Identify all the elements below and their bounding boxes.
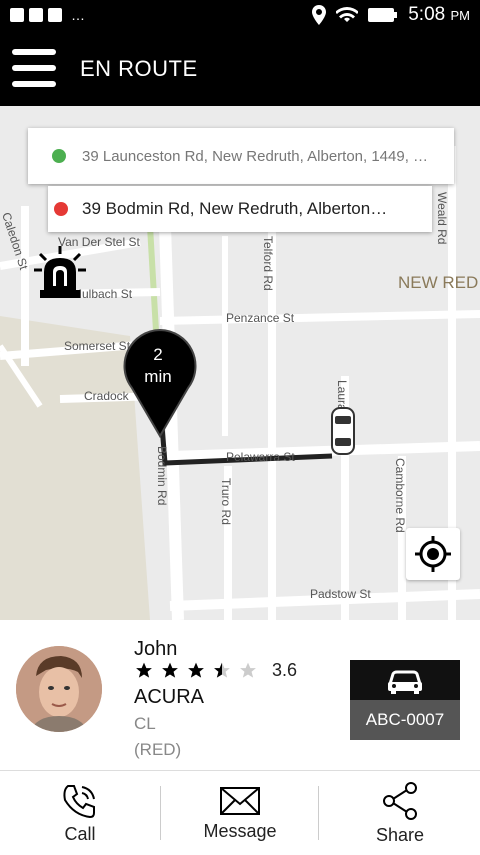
clock-ampm: PM [450,8,471,23]
call-label: Call [64,823,96,844]
street-label: Pelawarra St [226,450,295,464]
divider [318,786,319,840]
notification-icons: … [10,8,85,22]
license-plate-badge: ABC-0007 [350,660,460,740]
area-label: NEW RED [398,273,478,292]
system-icons: 5:08 PM [312,4,470,26]
message-button[interactable]: Message [160,771,320,855]
image-icon [48,8,62,22]
car-icon [387,670,423,694]
phone-icon [63,784,95,818]
street-label: Weald Rd [435,192,449,244]
battery-icon [368,8,398,22]
car-make: ACURA [134,686,205,708]
pickup-address-bar[interactable]: 39 Launceston Rd, New Redruth, Alberton,… [28,128,454,184]
car-color: (RED) [134,740,182,759]
street-label: Telford Rd [261,236,275,291]
crosshair-icon [415,536,451,572]
avatar [16,646,102,732]
car-model: CL [134,714,156,733]
star-icon [188,662,204,678]
eta-unit: min [144,367,172,386]
my-location-button[interactable] [406,528,460,580]
location-icon [312,5,327,25]
menu-icon[interactable] [12,49,56,87]
license-plate: ABC-0007 [350,700,460,740]
share-button[interactable]: Share [320,771,480,855]
share-label: Share [375,824,425,845]
facebook-icon [10,8,24,22]
call-button[interactable]: Call [0,771,160,855]
street-label: Padstow St [310,587,371,601]
envelope-icon [220,786,260,815]
clock-time: 5:08 [408,4,446,25]
clock: 5:08 PM [408,4,470,26]
pickup-address: 39 Launceston Rd, New Redruth, Alberton,… [82,147,429,165]
star-icon [136,662,152,678]
wifi-icon [336,7,359,22]
eta-pin-marker: 2 min [122,328,198,438]
driver-rating: 3.6 [134,660,297,681]
star-half-icon [214,662,230,678]
message-label: Message [203,820,277,841]
street-label: Somerset St [64,339,131,353]
street-label: Truro Rd [219,478,233,525]
driver-name: John [134,638,178,660]
street-label: Bodmin Rd [155,446,169,505]
rating-value: 3.6 [272,660,298,680]
share-icon [383,781,417,820]
street-label: Penzance St [226,311,295,325]
dropoff-address: 39 Bodmin Rd, New Redruth, Alberton… [82,199,388,218]
dropoff-dot-icon [54,202,68,216]
page-title: EN ROUTE [80,56,198,81]
facebook-icon [29,8,43,22]
dropoff-address-bar[interactable]: 39 Bodmin Rd, New Redruth, Alberton… [48,186,432,232]
star-empty-icon [240,662,256,678]
map-view[interactable]: Van Der Stel St Caledon St Mulbach St So… [0,106,480,620]
street-label: Camborne Rd [393,458,407,533]
pickup-dot-icon [52,149,66,163]
eta-value: 2 [153,345,163,364]
status-bar: … 5:08 PM [0,0,480,32]
plate-header [350,660,460,700]
star-icon [162,662,178,678]
action-bar: Call Message Share [0,770,480,855]
siren-alarm-icon[interactable] [34,246,86,307]
car-marker-icon [330,406,356,461]
eta-text: 2 min [122,344,194,388]
overflow-indicator: … [71,7,85,23]
driver-info-panel: John 3.6 ACURA CL (RED) ABC-0007 [0,620,480,770]
app-bar: EN ROUTE [0,32,480,106]
